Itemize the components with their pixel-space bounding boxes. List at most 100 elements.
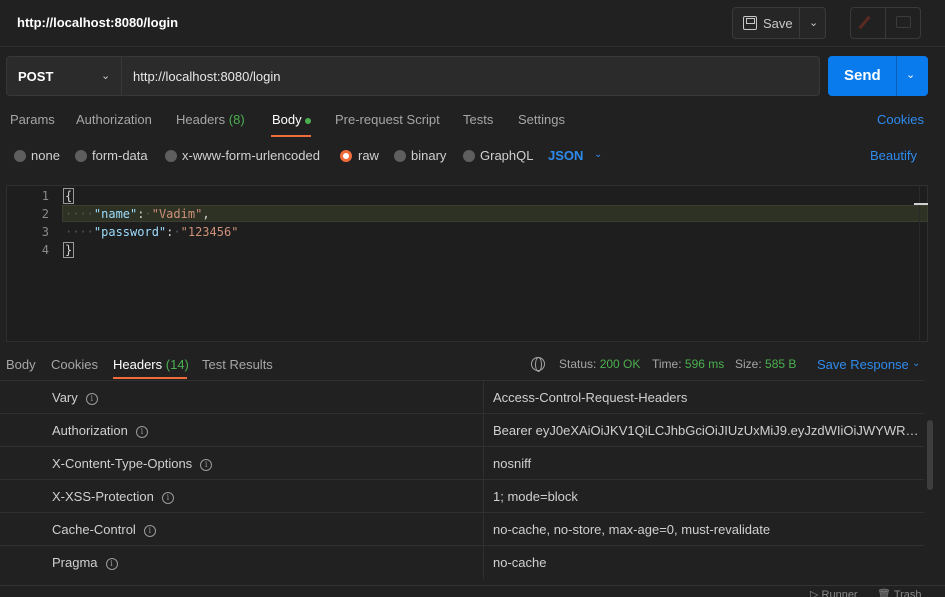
save-response-button[interactable]: Save Response [817, 357, 909, 372]
radio-form-data[interactable] [75, 150, 87, 162]
line-number: 4 [41, 243, 49, 257]
header-value: 1; mode=block [493, 489, 578, 504]
info-icon[interactable]: i [200, 458, 213, 471]
code-line-2: ····"name":·"Vadim", [65, 207, 210, 221]
method-select[interactable]: POST ⌄ [6, 56, 122, 96]
line-number: 2 [41, 207, 49, 221]
header-value: Bearer eyJ0eXAiOiJKV1QiLCJhbGciOiJIUzUxM… [493, 423, 921, 438]
chevron-down-icon[interactable]: ⌄ [906, 68, 915, 81]
tab-headers-label: Headers [176, 112, 226, 127]
cookies-link[interactable]: Cookies [877, 112, 924, 127]
tab-params[interactable]: Params [10, 112, 55, 127]
active-response-tab-indicator [113, 377, 187, 379]
response-tab-headers-label: Headers [113, 357, 163, 372]
line-number: 3 [41, 225, 49, 239]
tab-headers[interactable]: Headers (8) [176, 112, 245, 127]
header-key: Authorization i [52, 423, 148, 438]
radio-binary-label[interactable]: binary [411, 148, 446, 163]
format-select[interactable]: JSON [548, 148, 583, 163]
header-value: nosniff [493, 456, 532, 471]
info-icon[interactable]: i [161, 491, 174, 504]
body-editor[interactable]: 1 2 3 4 { ····"name":·"Vadim", ····"pass… [6, 185, 928, 342]
header-value: no-cache [493, 555, 547, 570]
send-button[interactable]: Send ⌄ [828, 56, 928, 96]
tab-tests[interactable]: Tests [463, 112, 493, 127]
editor-scroll-marker [914, 203, 928, 205]
time-label: Time: [652, 357, 682, 371]
title-bar: http://localhost:8080/login Save ⌄ [0, 0, 945, 47]
radio-graphql[interactable] [463, 150, 475, 162]
radio-x-www-form-urlencoded[interactable] [165, 150, 177, 162]
tab-pre-request-script[interactable]: Pre-request Script [335, 112, 440, 127]
size-text: Size: 585 B [735, 357, 796, 371]
chevron-down-icon[interactable]: ⌄ [912, 358, 920, 369]
radio-raw[interactable] [340, 150, 352, 162]
tab-settings[interactable]: Settings [518, 112, 565, 127]
size-value: 585 B [765, 357, 797, 371]
radio-none-label[interactable]: none [31, 148, 60, 163]
header-key: X-Content-Type-Options i [52, 456, 213, 471]
header-key: Pragma i [52, 555, 118, 570]
response-tab-test-results[interactable]: Test Results [202, 357, 273, 372]
response-tab-body[interactable]: Body [6, 357, 36, 372]
save-icon [743, 16, 757, 30]
edit-icon[interactable] [858, 15, 871, 30]
edit-comment-group [850, 7, 921, 39]
page-title: http://localhost:8080/login [17, 15, 179, 30]
url-value: http://localhost:8080/login [133, 69, 281, 84]
status-bar [0, 585, 945, 597]
table-row: Pragma i no-cache [0, 545, 924, 579]
trash-label: Trash [893, 589, 922, 597]
info-icon[interactable]: i [105, 557, 118, 570]
size-label: Size: [735, 357, 762, 371]
runner-label: Runner [821, 589, 858, 597]
header-value: Access-Control-Request-Headers [493, 390, 688, 405]
info-icon[interactable]: i [143, 524, 156, 537]
radio-none[interactable] [14, 150, 26, 162]
url-input[interactable]: http://localhost:8080/login [122, 56, 820, 96]
time-text: Time: 596 ms [652, 357, 724, 371]
code-line-3: ····"password":·"123456" [65, 225, 239, 239]
globe-icon[interactable] [531, 357, 545, 372]
radio-binary[interactable] [394, 150, 406, 162]
info-icon[interactable]: i [135, 425, 148, 438]
radio-urlencoded-label[interactable]: x-www-form-urlencoded [182, 148, 320, 163]
radio-graphql-label[interactable]: GraphQL [480, 148, 533, 163]
comment-icon[interactable] [896, 16, 911, 28]
chevron-down-icon[interactable]: ⌄ [809, 16, 818, 29]
header-key: Cache-Control i [52, 522, 156, 537]
active-tab-indicator [271, 135, 311, 137]
table-row: X-Content-Type-Options i nosniff [0, 446, 924, 480]
table-row: Vary i Access-Control-Request-Headers [0, 380, 924, 414]
status-label: Status: [559, 357, 597, 371]
code-line-1: { [63, 188, 75, 204]
body-modified-dot [305, 118, 311, 124]
status-text: Status: 200 OK [559, 357, 640, 371]
header-key: Vary i [52, 390, 98, 405]
chevron-down-icon: ⌄ [101, 70, 111, 82]
radio-raw-label[interactable]: raw [358, 148, 379, 163]
chevron-down-icon[interactable]: ⌄ [594, 149, 602, 160]
response-tab-headers[interactable]: Headers (14) [113, 357, 189, 372]
send-label: Send [844, 67, 881, 84]
response-headers-count: (14) [165, 357, 189, 372]
code-line-4: } [63, 242, 75, 258]
response-tab-cookies[interactable]: Cookies [51, 357, 98, 372]
tab-authorization[interactable]: Authorization [76, 112, 152, 127]
runner-button[interactable]: ▷ Runner [810, 588, 858, 597]
table-scrollbar[interactable] [927, 420, 933, 490]
table-row: Cache-Control i no-cache, no-store, max-a… [0, 512, 924, 546]
header-key: X-XSS-Protection i [52, 489, 174, 504]
table-row: X-XSS-Protection i 1; mode=block [0, 479, 924, 513]
info-icon[interactable]: i [85, 392, 98, 405]
radio-form-data-label[interactable]: form-data [92, 148, 148, 163]
save-button[interactable]: Save ⌄ [732, 7, 826, 39]
line-number: 1 [41, 189, 49, 203]
trash-button[interactable]: 🗑 Trash [877, 588, 922, 597]
tab-body[interactable]: Body [272, 112, 302, 127]
tab-headers-count: (8) [228, 112, 245, 127]
save-label: Save [763, 16, 793, 31]
method-value: POST [18, 69, 54, 84]
beautify-link[interactable]: Beautify [870, 148, 917, 163]
header-value: no-cache, no-store, max-age=0, must-reva… [493, 522, 771, 537]
